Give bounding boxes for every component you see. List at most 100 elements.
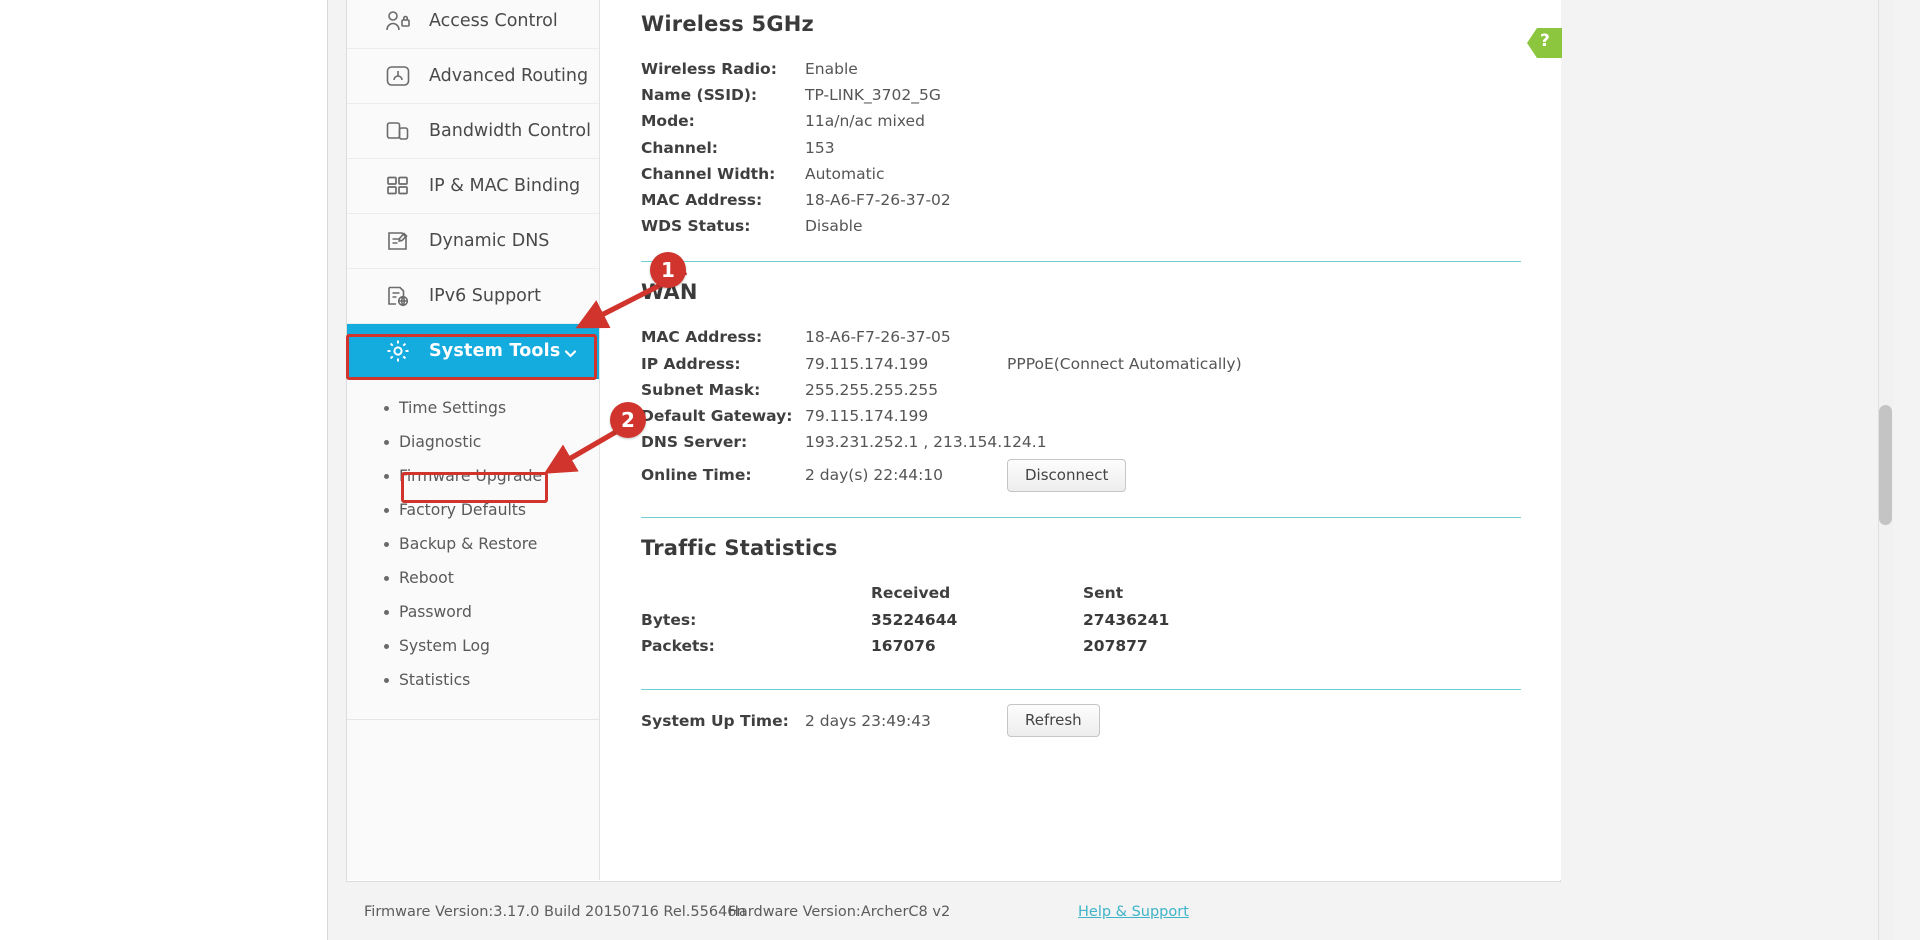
disconnect-button[interactable]: Disconnect (1007, 458, 1127, 492)
submenu-item-password[interactable]: Password (347, 595, 599, 629)
sidebar-item-label: Advanced Routing (429, 66, 589, 86)
wireless-row-channel-width: Channel Width: Automatic (641, 161, 1521, 187)
wan-row-mac: MAC Address: 18-A6-F7-26-37-05 (641, 324, 1521, 350)
row-value: 2 days 23:49:43 (805, 711, 931, 730)
bullet-icon (384, 507, 389, 513)
submenu-item-firmware-upgrade[interactable]: Firmware Upgrade (347, 459, 599, 493)
row-label: MAC Address: (641, 191, 763, 210)
wireless-row-ssid: Name (SSID): TP-LINK_3702_5G (641, 82, 1521, 108)
submenu-item-time-settings[interactable]: Time Settings (347, 391, 599, 425)
row-label: Online Time: (641, 466, 752, 485)
bullet-icon (384, 575, 389, 581)
submenu-item-label: Backup & Restore (399, 535, 538, 553)
uptime-row: System Up Time: 2 days 23:49:43 Refresh (641, 701, 1521, 741)
row-value: Enable (805, 60, 858, 79)
submenu-item-label: Password (399, 603, 472, 621)
row-label: Channel Width: (641, 164, 776, 183)
bullet-icon (384, 439, 389, 445)
row-value: 79.115.174.199 (805, 354, 929, 373)
submenu-item-statistics[interactable]: Statistics (347, 663, 599, 697)
divider-wan-traffic (641, 517, 1521, 519)
row-label: DNS Server: (641, 433, 748, 452)
sidebar-item-bandwidth-control[interactable]: Bandwidth Control (347, 104, 599, 159)
sidebar-item-access-control[interactable]: Access Control (347, 0, 599, 49)
sidebar-item-ip-mac-binding[interactable]: IP & MAC Binding (347, 159, 599, 214)
wireless-section-title: Wireless 5GHz (641, 12, 814, 36)
wireless-row-wds-status: WDS Status: Disable (641, 213, 1521, 239)
row-value: 2 day(s) 22:44:10 (805, 466, 944, 485)
sidebar-filler (347, 720, 599, 818)
sidebar-item-system-tools[interactable]: System Tools (347, 324, 599, 379)
row-label: Channel: (641, 138, 718, 157)
submenu-item-factory-defaults[interactable]: Factory Defaults (347, 493, 599, 527)
dynamic-dns-icon (383, 227, 413, 255)
traffic-col-received: Received (871, 584, 951, 603)
sidebar-item-dynamic-dns[interactable]: Dynamic DNS (347, 214, 599, 269)
refresh-button[interactable]: Refresh (1007, 704, 1100, 738)
row-value-sent: 207877 (1083, 636, 1148, 655)
wireless-row-radio: Wireless Radio: Enable (641, 56, 1521, 82)
submenu-item-system-log[interactable]: System Log (347, 629, 599, 663)
bullet-icon (384, 405, 389, 411)
wan-section-title: WAN (641, 280, 698, 305)
sidebar-item-advanced-routing[interactable]: Advanced Routing (347, 49, 599, 104)
traffic-col-sent: Sent (1083, 584, 1124, 603)
screenshot-root: Access Control Advanced Routing Bandwidt… (0, 0, 1920, 940)
traffic-row-bytes: Bytes: 35224644 27436241 (641, 606, 1521, 632)
row-label: IP Address: (641, 354, 741, 373)
router-admin-card: Access Control Advanced Routing Bandwidt… (346, 0, 1561, 882)
row-label: WDS Status: (641, 217, 751, 236)
annotation-badge-2: 2 (610, 402, 646, 438)
left-blank-area (0, 0, 327, 940)
submenu-item-label: Reboot (399, 569, 454, 587)
submenu-item-reboot[interactable]: Reboot (347, 561, 599, 595)
question-mark-icon: ? (1540, 31, 1550, 51)
row-value: Disable (805, 217, 863, 236)
wan-row-ip: IP Address: 79.115.174.199 PPPoE(Connect… (641, 351, 1521, 377)
sidebar-item-label: System Tools (429, 340, 561, 361)
row-value: 11a/n/ac mixed (805, 112, 925, 131)
row-value: 79.115.174.199 (805, 406, 929, 425)
wireless-row-channel: Channel: 153 (641, 135, 1521, 161)
sidebar-item-label: Bandwidth Control (429, 121, 591, 141)
chevron-down-icon (564, 345, 577, 358)
row-value: 255.255.255.255 (805, 380, 939, 399)
submenu-item-label: Factory Defaults (399, 501, 527, 519)
ip-mac-binding-icon (383, 172, 413, 200)
divider-traffic-uptime (641, 688, 1521, 690)
row-label: MAC Address: (641, 328, 763, 347)
sidebar-item-label: IPv6 Support (429, 286, 541, 306)
row-label: Packets: (641, 636, 715, 655)
help-tab[interactable]: ? (1527, 28, 1562, 58)
submenu-item-label: Diagnostic (399, 433, 482, 451)
row-label: Mode: (641, 112, 695, 131)
row-value-received: 167076 (871, 636, 936, 655)
submenu-item-diagnostic[interactable]: Diagnostic (347, 425, 599, 459)
row-label: System Up Time: (641, 711, 789, 730)
vertical-scrollbar-thumb[interactable] (1879, 405, 1892, 525)
wireless-row-mode: Mode: 11a/n/ac mixed (641, 108, 1521, 134)
row-label: Subnet Mask: (641, 380, 761, 399)
submenu-item-label: Firmware Upgrade (399, 467, 543, 485)
footer: Firmware Version:3.17.0 Build 20150716 R… (346, 884, 1561, 940)
hardware-version: Hardware Version:ArcherC8 v2 (728, 904, 951, 920)
annotation-badge-1: 1 (650, 252, 686, 288)
wan-row-gateway: Default Gateway: 79.115.174.199 (641, 403, 1521, 429)
firmware-version: Firmware Version:3.17.0 Build 20150716 R… (364, 904, 746, 920)
help-support-link[interactable]: Help & Support (1078, 904, 1189, 920)
system-tools-submenu: Time Settings Diagnostic Firmware Upgrad… (347, 379, 599, 720)
wan-row-dns: DNS Server: 193.231.252.1 , 213.154.124.… (641, 429, 1521, 455)
access-control-icon (383, 7, 413, 35)
submenu-item-backup-restore[interactable]: Backup & Restore (347, 527, 599, 561)
row-label: Bytes: (641, 610, 697, 629)
row-label: Name (SSID): (641, 86, 758, 105)
row-value: 18-A6-F7-26-37-05 (805, 328, 951, 347)
divider-wireless-wan (641, 261, 1521, 263)
row-value: 193.231.252.1 , 213.154.124.1 (805, 433, 1047, 452)
sidebar-item-label: Dynamic DNS (429, 231, 550, 251)
sidebar-item-label: IP & MAC Binding (429, 176, 581, 196)
ipv6-support-icon (383, 282, 413, 310)
bullet-icon (384, 609, 389, 615)
traffic-row-packets: Packets: 167076 207877 (641, 633, 1521, 659)
sidebar-item-ipv6-support[interactable]: IPv6 Support (347, 269, 599, 324)
